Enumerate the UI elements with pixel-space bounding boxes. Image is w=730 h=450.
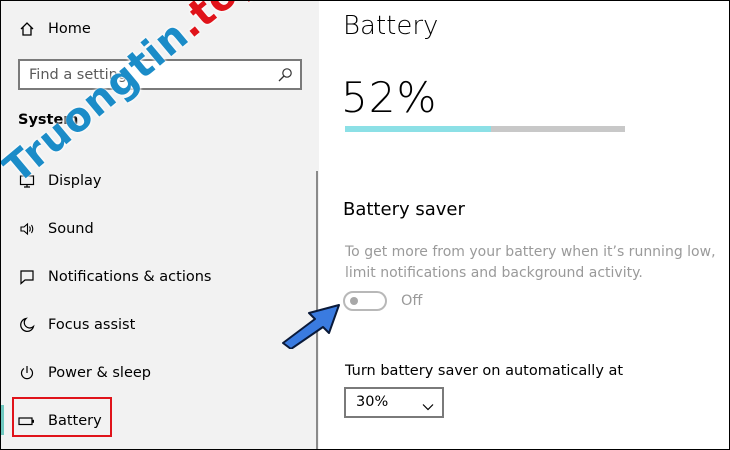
battery-saver-heading: Battery saver — [343, 199, 465, 220]
sidebar-item-label: Power & sleep — [48, 365, 151, 381]
auto-threshold-dropdown[interactable]: 30% — [344, 387, 444, 418]
dropdown-value: 30% — [356, 394, 389, 410]
power-icon — [18, 364, 36, 382]
sidebar-item-notifications[interactable]: Notifications & actions — [1, 257, 319, 297]
battery-level-bar — [345, 126, 625, 132]
sidebar-item-focus-assist[interactable]: Focus assist — [1, 305, 319, 345]
highlight-box — [12, 397, 112, 437]
moon-icon — [18, 316, 36, 334]
pointer-arrow-icon — [282, 304, 340, 349]
speaker-icon — [18, 220, 36, 238]
sidebar-item-label: Notifications & actions — [48, 269, 212, 285]
notification-icon — [18, 268, 36, 286]
sidebar-item-sound[interactable]: Sound — [1, 209, 319, 249]
sidebar-item-label: Focus assist — [48, 317, 136, 333]
page-title: Battery — [343, 11, 439, 41]
home-icon — [18, 20, 36, 38]
battery-level-fill — [345, 126, 491, 132]
auto-threshold-label: Turn battery saver on automatically at — [345, 363, 624, 379]
toggle-state-label: Off — [401, 293, 423, 309]
sidebar-home-label: Home — [48, 21, 91, 37]
search-icon[interactable] — [277, 67, 293, 83]
settings-window: Home Find a setting System Display Sound — [0, 0, 730, 450]
sidebar-item-power-sleep[interactable]: Power & sleep — [1, 353, 319, 393]
battery-saver-toggle[interactable] — [343, 291, 387, 311]
sidebar-item-label: Sound — [48, 221, 94, 237]
toggle-knob — [350, 297, 358, 305]
main-content: Battery 52% Battery saver To get more fr… — [319, 1, 729, 449]
chevron-down-icon — [422, 397, 434, 411]
sidebar-item-label: Display — [48, 173, 102, 189]
battery-percentage: 52% — [341, 73, 438, 122]
battery-saver-description: To get more from your battery when it’s … — [345, 244, 716, 281]
